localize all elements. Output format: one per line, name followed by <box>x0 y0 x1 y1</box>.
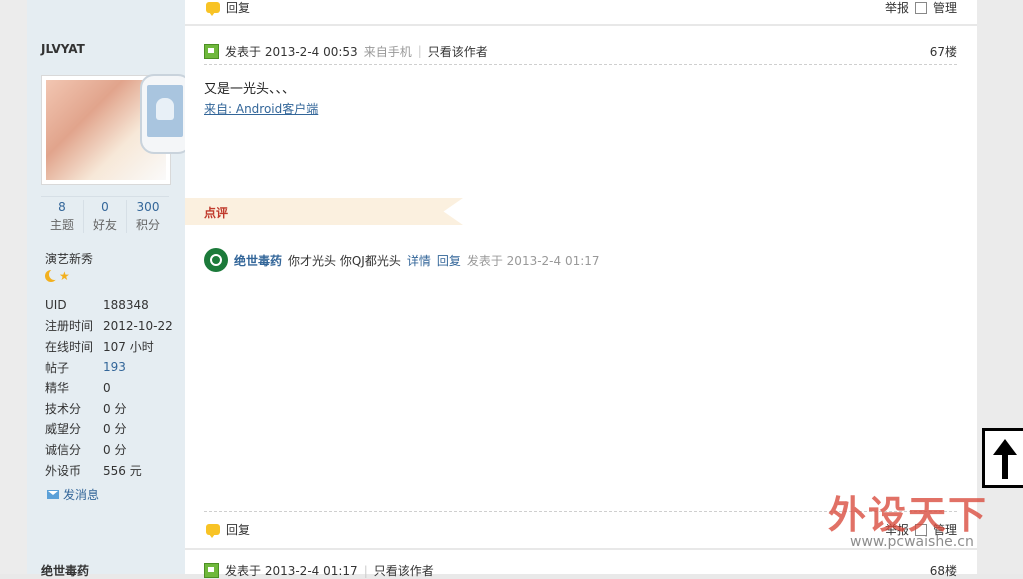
post-time: 发表于 2013-2-4 00:53 <box>225 44 358 59</box>
report-link[interactable]: 举报 <box>885 0 909 16</box>
send-message-button[interactable]: 发消息 <box>47 486 99 503</box>
info-row-digest: 精华 0 <box>45 380 111 396</box>
reply-button-top[interactable]: 回复 <box>206 0 250 16</box>
android-client-link[interactable]: 来自: Android客户端 <box>204 100 318 117</box>
info-row-posts: 帖子 193 <box>45 360 126 375</box>
reply-button-bottom[interactable]: 回复 <box>206 521 250 538</box>
info-row-uid: UID 188348 <box>45 298 149 313</box>
next-post-header: 发表于 2013-2-4 01:17 | 只看该作者 68楼 <box>185 548 977 579</box>
rating-label: 点评 <box>204 206 229 220</box>
post-status-icon <box>204 563 219 578</box>
post-footer-divider <box>204 511 957 512</box>
comment-time: 发表于 2013-2-4 01:17 <box>466 253 600 268</box>
star-icon: ★ <box>59 269 70 283</box>
next-post-username[interactable]: 绝世毒药 <box>41 562 89 579</box>
floor-number[interactable]: 67楼 <box>930 43 957 60</box>
post-header: 发表于 2013-2-4 00:53 来自手机 | 只看该作者 67楼 <box>204 38 957 65</box>
report-link[interactable]: 举报 <box>885 521 909 538</box>
moon-icon <box>45 269 60 282</box>
avatar[interactable] <box>41 74 192 185</box>
post-status-icon <box>204 43 219 59</box>
user-sidebar: JLVYAT 8 主题 0 好友 300 积分 演艺新秀 ★ UID 18834… <box>27 0 192 578</box>
rank-icons: ★ <box>45 269 71 283</box>
post-body: 又是一光头、、、 来自: Android客户端 <box>204 78 318 117</box>
user-rank: 演艺新秀 <box>45 252 94 266</box>
info-row-credit: 诚信分 0 分 <box>45 442 127 457</box>
commenter-name[interactable]: 绝世毒药 <box>234 252 282 269</box>
post-actions-top: 举报 管理 <box>885 0 957 16</box>
manage-label: 管理 <box>932 1 957 15</box>
commenter-avatar[interactable] <box>204 248 228 272</box>
only-author-link[interactable]: 只看该作者 <box>428 43 488 60</box>
page-background-left <box>0 0 27 574</box>
reply-bubble-icon <box>206 524 220 538</box>
username[interactable]: JLVYAT <box>41 42 85 56</box>
info-row-online-time: 在线时间 107 小时 <box>45 339 154 354</box>
manage-checkbox[interactable] <box>914 1 927 14</box>
comment-detail-link[interactable]: 详情 <box>407 252 431 269</box>
rating-banner: 点评 <box>185 198 463 225</box>
stat-points[interactable]: 300 积分 <box>127 200 169 233</box>
from-mobile-link[interactable]: 来自手机 <box>364 43 412 60</box>
manage-checkbox[interactable] <box>914 523 927 536</box>
stat-threads[interactable]: 8 主题 <box>41 200 84 233</box>
reply-bubble-icon <box>206 2 220 16</box>
comment-reply-link[interactable]: 回复 <box>437 252 461 269</box>
info-row-prestige: 威望分 0 分 <box>45 422 127 437</box>
next-post-time: 发表于 2013-2-4 01:17 <box>225 564 358 578</box>
manage-label: 管理 <box>932 523 957 537</box>
stat-friends[interactable]: 0 好友 <box>84 200 127 233</box>
header-separator: | <box>417 44 422 58</box>
send-message-label: 发消息 <box>63 488 100 502</box>
comment-text: 你才光头 你QJ都光头 <box>288 253 401 268</box>
envelope-icon <box>47 490 59 499</box>
post-actions-bottom: 举报 管理 <box>885 521 957 538</box>
post-main: 回复 举报 管理 发表于 2013-2-4 00:53 来自手机 | 只看该作者… <box>185 0 977 579</box>
user-info: UID 188348 注册时间 2012-10-22 在线时间 107 小时 帖… <box>45 295 173 480</box>
comment-item: 绝世毒药 你才光头 你QJ都光头 详情 回复 发表于 2013-2-4 01:1… <box>204 248 600 272</box>
info-row-coins: 外设币 556 元 <box>45 463 142 478</box>
info-row-tech-score: 技术分 0 分 <box>45 401 127 416</box>
post-text: 又是一光头、、、 <box>204 82 296 97</box>
back-to-top-button[interactable] <box>982 428 1023 488</box>
previous-post-footer: 回复 举报 管理 <box>185 0 977 26</box>
user-stats: 8 主题 0 好友 300 积分 <box>41 196 169 233</box>
info-row-registered: 注册时间 2012-10-22 <box>45 318 173 334</box>
next-floor-number[interactable]: 68楼 <box>930 562 957 579</box>
next-only-author-link[interactable]: 只看该作者 <box>374 562 434 579</box>
